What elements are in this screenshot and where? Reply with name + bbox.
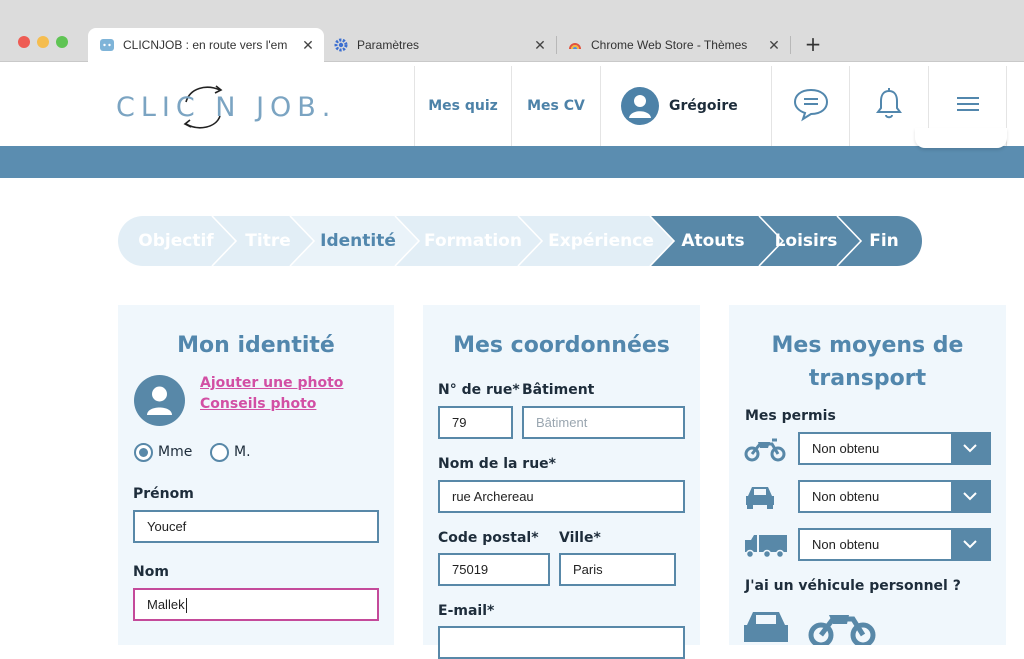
tab-title: CLICNJOB : en route vers l'em <box>123 38 288 52</box>
photo-tips-link[interactable]: Conseils photo <box>200 396 316 412</box>
lastname-value: Mallek <box>147 597 185 612</box>
window-maximize-button[interactable] <box>56 36 68 48</box>
personal-vehicle-label: J'ai un véhicule personnel ? <box>745 578 961 594</box>
chat-icon <box>791 86 831 126</box>
city-field[interactable]: Paris <box>559 553 676 586</box>
license-moto-select[interactable]: Non obtenu <box>798 432 991 465</box>
personal-motorcycle-icon[interactable] <box>807 607 877 649</box>
select-value: Non obtenu <box>812 441 880 456</box>
identity-card: Mon identité Ajouter une photo Conseils … <box>118 305 394 645</box>
firstname-label: Prénom <box>133 486 194 502</box>
email-field[interactable] <box>438 626 685 659</box>
nav-user-profile[interactable]: Grégoire <box>600 66 771 146</box>
step-formation[interactable]: Formation <box>418 216 528 266</box>
header-band <box>0 146 1024 178</box>
clicnjob-favicon-icon <box>100 38 114 52</box>
window-close-button[interactable] <box>18 36 30 48</box>
radio-selected-dot <box>139 448 148 457</box>
street-name-field[interactable]: rue Archereau <box>438 480 685 513</box>
postal-code-label: Code postal* <box>438 530 539 546</box>
step-loisirs[interactable]: Loisirs <box>770 216 842 266</box>
text-cursor <box>185 598 187 614</box>
cv-stepper: Objectif Titre Identité Formation Expéri… <box>118 216 922 266</box>
bell-icon <box>874 87 904 125</box>
window-minimize-button[interactable] <box>37 36 49 48</box>
civility-m-radio[interactable] <box>210 443 229 462</box>
browser-tab-clicnjob[interactable]: CLICNJOB : en route vers l'em ✕ <box>88 28 324 62</box>
card-title: Mon identité <box>177 333 335 358</box>
email-label: E-mail* <box>438 603 495 619</box>
building-field[interactable]: Bâtiment <box>522 406 685 439</box>
step-identite[interactable]: Identité <box>314 216 402 266</box>
tab-separator <box>790 36 791 54</box>
street-name-label: Nom de la rue* <box>438 456 556 472</box>
new-tab-button[interactable]: + <box>803 33 823 55</box>
transport-card: Mes moyens de transport Mes permis Non o… <box>729 305 1006 648</box>
card-title: Mes coordonnées <box>453 333 670 358</box>
step-experience[interactable]: Expérience <box>542 216 660 266</box>
contact-card: Mes coordonnées N° de rue* Bâtiment 79 B… <box>423 305 700 659</box>
building-label: Bâtiment <box>522 382 595 398</box>
city-label: Ville* <box>559 530 601 546</box>
photo-avatar-icon[interactable] <box>134 375 185 426</box>
civility-mme-radio[interactable] <box>134 443 153 462</box>
browser-tab-webstore[interactable]: Chrome Web Store - Thèmes ✕ <box>558 28 790 62</box>
nav-mes-cv[interactable]: Mes CV <box>511 66 600 146</box>
street-number-label: N° de rue* <box>438 382 520 398</box>
step-titre[interactable]: Titre <box>228 216 308 266</box>
tab-close-icon[interactable]: ✕ <box>532 37 548 53</box>
browser-tab-parametres[interactable]: Paramètres ✕ <box>324 28 556 62</box>
tab-close-icon[interactable]: ✕ <box>766 37 782 53</box>
street-number-field[interactable]: 79 <box>438 406 513 439</box>
firstname-field[interactable]: Youcef <box>133 510 379 543</box>
select-value: Non obtenu <box>812 489 880 504</box>
nav-mes-quiz[interactable]: Mes quiz <box>414 66 511 146</box>
license-truck-select[interactable]: Non obtenu <box>798 528 991 561</box>
personal-car-icon[interactable] <box>742 607 790 649</box>
tab-close-icon[interactable]: ✕ <box>300 37 316 53</box>
tab-title: Chrome Web Store - Thèmes <box>591 38 748 52</box>
chevron-down-icon <box>951 482 989 511</box>
nav-label: Mes quiz <box>428 98 498 114</box>
nav-label: Mes CV <box>527 98 585 114</box>
lastname-label: Nom <box>133 564 169 580</box>
header-dropdown-tab <box>915 128 1007 148</box>
add-photo-link[interactable]: Ajouter une photo <box>200 375 343 391</box>
lastname-field[interactable]: Mallek <box>133 588 379 621</box>
truck-icon <box>743 532 789 564</box>
civility-mme-label[interactable]: Mme <box>158 444 192 460</box>
menu-icon <box>955 94 981 118</box>
motorcycle-icon <box>744 434 786 466</box>
civility-m-label[interactable]: M. <box>234 444 251 460</box>
chevron-down-icon <box>951 530 989 559</box>
nav-messages[interactable] <box>771 66 849 146</box>
step-fin[interactable]: Fin <box>856 216 912 266</box>
select-value: Non obtenu <box>812 537 880 552</box>
settings-gear-icon <box>334 38 348 52</box>
card-title: Mes moyens de <box>771 333 964 358</box>
step-objectif[interactable]: Objectif <box>132 216 220 266</box>
chevron-down-icon <box>951 434 989 463</box>
step-atouts[interactable]: Atouts <box>674 216 752 266</box>
card-title-line2: transport <box>808 366 927 391</box>
tab-separator <box>556 36 557 54</box>
webstore-rainbow-icon <box>568 38 582 52</box>
logo-text: CLIC N JOB. <box>116 92 337 123</box>
licenses-label: Mes permis <box>745 408 836 424</box>
car-icon <box>744 484 776 514</box>
license-car-select[interactable]: Non obtenu <box>798 480 991 513</box>
postal-code-field[interactable]: 75019 <box>438 553 550 586</box>
user-avatar-icon <box>621 87 659 125</box>
user-name: Grégoire <box>669 98 738 114</box>
tab-title: Paramètres <box>357 38 420 52</box>
